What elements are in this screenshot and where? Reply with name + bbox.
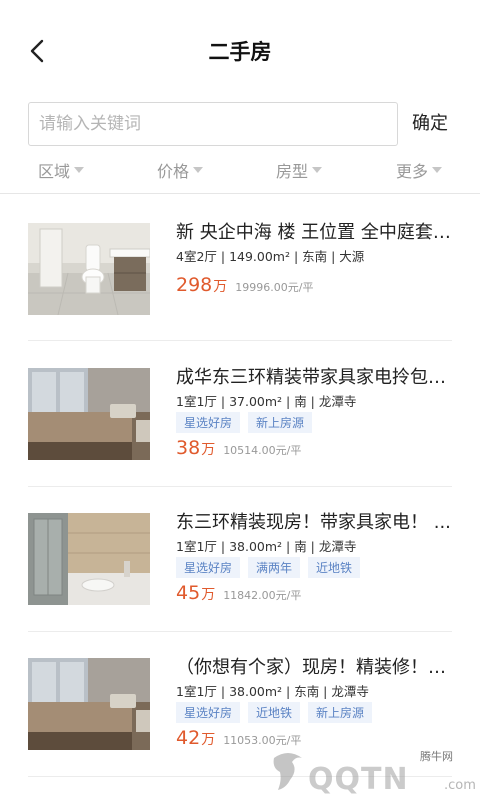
- watermark-suffix: .com: [444, 778, 476, 793]
- filter-region-label: 区域: [38, 162, 71, 181]
- filter-region[interactable]: 区域: [38, 158, 85, 182]
- listing-meta: 1室1厅 | 37.00m² | 南 | 龙潭寺: [176, 394, 357, 409]
- listing-price-unit: 万: [201, 732, 216, 748]
- listing-photo-bedroom: [28, 368, 150, 460]
- listing-meta: 1室1厅 | 38.00m² | 南 | 龙潭寺: [176, 539, 357, 554]
- listing-tags: 星选好房 新上房源: [176, 412, 313, 433]
- listing-tags: 星选好房 满两年 近地铁: [176, 557, 361, 578]
- filter-bar: 区域 价格 房型 更多: [0, 156, 480, 192]
- tag-badge: 满两年: [248, 557, 301, 578]
- listing-photo-bathroom: [28, 223, 150, 315]
- listing-price-unit: 万: [201, 587, 216, 603]
- filter-price-label: 价格: [157, 162, 190, 181]
- listing-price-unit: 万: [201, 442, 216, 458]
- listing-price-row: 298 万 19996.00元/平: [176, 274, 313, 296]
- tag-badge: 新上房源: [248, 412, 313, 433]
- caret-down-icon: [312, 167, 323, 173]
- watermark-site-name: 腾牛网: [420, 750, 453, 763]
- filter-room-type-label: 房型: [276, 162, 309, 181]
- listing-item[interactable]: 东三环精装现房！带家具家电！ ... 1室1厅 | 38.00m² | 南 | …: [0, 486, 480, 631]
- bull-logo-icon: [273, 753, 302, 790]
- listing-item[interactable]: 成华东三环精装带家具家电拎包入住 1室1厅 | 37.00m² | 南 | 龙潭…: [0, 341, 480, 486]
- listing-meta: 1室1厅 | 38.00m² | 东南 | 龙潭寺: [176, 684, 369, 699]
- listing-price: 298: [176, 274, 213, 296]
- listing-item[interactable]: 新 央企中海 楼 王位置 全中庭套三 ... 4室2厅 | 149.00m² |…: [0, 196, 480, 341]
- tag-badge: 近地铁: [308, 557, 361, 578]
- filter-price[interactable]: 价格: [157, 158, 204, 182]
- search-bar: 确定: [28, 102, 458, 146]
- listing-price: 45: [176, 582, 201, 604]
- listing-title: 成华东三环精装带家具家电拎包入住: [176, 367, 458, 388]
- app-header: 二手房: [0, 0, 480, 100]
- listing-title: 新 央企中海 楼 王位置 全中庭套三 ...: [176, 222, 458, 243]
- listing-photo-bathroom: [28, 513, 150, 605]
- listing-price: 42: [176, 727, 201, 749]
- page-title: 二手房: [208, 40, 272, 64]
- listing-unit-price: 11842.00元/平: [223, 589, 302, 602]
- caret-down-icon: [193, 167, 204, 173]
- listing-price-row: 45 万 11842.00元/平: [176, 582, 301, 604]
- filter-room-type[interactable]: 房型: [276, 158, 323, 182]
- listing-unit-price: 10514.00元/平: [223, 444, 302, 457]
- watermark: 腾牛网 QQTN .com: [268, 740, 478, 798]
- listing-unit-price: 19996.00元/平: [235, 281, 314, 294]
- listing-tags: 星选好房 近地铁 新上房源: [176, 702, 373, 723]
- listing-price-row: 38 万 10514.00元/平: [176, 437, 301, 459]
- confirm-button[interactable]: 确定: [412, 102, 448, 146]
- tag-badge: 星选好房: [176, 702, 241, 723]
- divider: [0, 193, 480, 194]
- listing-title: （你想有个家）现房！精装修！送家具...: [176, 657, 458, 678]
- tag-badge: 星选好房: [176, 412, 241, 433]
- caret-down-icon: [432, 167, 443, 173]
- watermark-text: QQTN: [308, 762, 409, 797]
- tag-badge: 近地铁: [248, 702, 301, 723]
- filter-more[interactable]: 更多: [396, 158, 443, 182]
- listing-meta: 4室2厅 | 149.00m² | 东南 | 大源: [176, 249, 365, 264]
- listing-photo-bedroom: [28, 658, 150, 750]
- filter-more-label: 更多: [396, 162, 429, 181]
- listing-title: 东三环精装现房！带家具家电！ ...: [176, 512, 451, 533]
- listing-price: 38: [176, 437, 201, 459]
- tag-badge: 星选好房: [176, 557, 241, 578]
- tag-badge: 新上房源: [308, 702, 373, 723]
- search-input[interactable]: [28, 102, 398, 146]
- listing-price-unit: 万: [213, 279, 228, 295]
- caret-down-icon: [74, 167, 85, 173]
